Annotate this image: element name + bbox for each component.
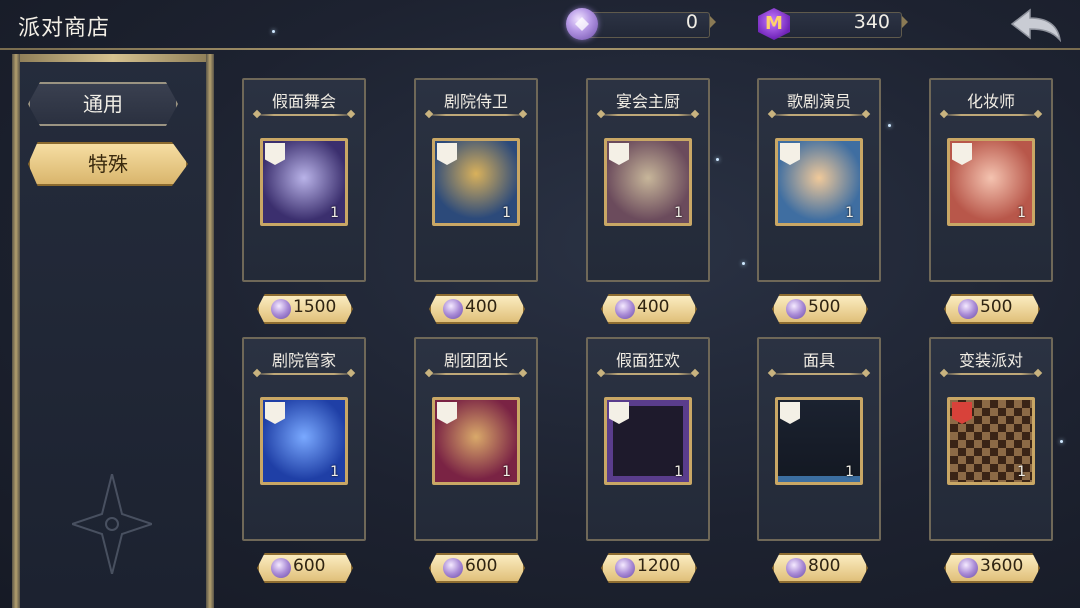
item-thumbnail[interactable]: 1 [604,397,692,485]
price-button[interactable]: 600 [429,553,525,583]
item-name: 假面舞会 [271,92,336,111]
item-quantity: 1 [330,464,339,480]
top-bar: 派对商店 0 M 340 [0,0,1080,50]
shop-item-card[interactable]: 面具 1 [757,337,881,541]
party-gem-icon [443,558,463,578]
page-title: 派对商店 [18,16,111,41]
party-currency-value: 0 [685,11,698,33]
item-quantity: 1 [674,205,683,221]
shop-item-card[interactable]: 变装派对 1 [929,337,1053,541]
item-quantity: 1 [330,205,339,221]
item-thumbnail[interactable]: 1 [947,138,1035,226]
shop-item-card[interactable]: 剧团团长 1 [414,337,538,541]
price-button[interactable]: 1500 [257,294,353,324]
star-sparkle [888,124,891,127]
item-name: 变装派对 [958,351,1023,370]
ornament-icon [72,474,152,574]
party-gem-icon [566,8,598,40]
price-button[interactable]: 800 [772,553,868,583]
item-thumbnail[interactable]: 1 [775,397,863,485]
item-quantity: 1 [1017,205,1026,221]
price-value: 600 [465,556,498,576]
star-sparkle [272,30,275,33]
item-name: 宴会主厨 [615,92,680,111]
item-quantity: 1 [845,205,854,221]
item-name: 剧院侍卫 [443,92,508,111]
party-gem-icon [615,558,635,578]
item-thumbnail[interactable]: 1 [260,397,348,485]
price-value: 1500 [293,297,337,317]
nameplate-icon [780,402,800,424]
party-currency: 0 [566,8,716,40]
item-thumbnail[interactable]: 1 [604,138,692,226]
item-thumbnail[interactable]: 1 [432,397,520,485]
item-quantity: 1 [1017,464,1026,480]
item-thumbnail[interactable]: 1 [432,138,520,226]
price-button[interactable]: 600 [257,553,353,583]
party-gem-icon [786,558,806,578]
star-sparkle [1060,440,1063,443]
m-currency-value: 340 [853,11,890,33]
star-sparkle [742,262,745,265]
shop-item-card[interactable]: 宴会主厨 1 [586,78,710,282]
price-value: 500 [808,297,841,317]
price-button[interactable]: 500 [944,294,1040,324]
helmet-icon [780,143,800,165]
helmet-icon [952,143,972,165]
party-gem-icon [615,299,635,319]
m-currency: M 340 [758,8,908,40]
item-thumbnail[interactable]: 1 [260,138,348,226]
helmet-icon [609,143,629,165]
shop-item-card[interactable]: 化妆师 1 [929,78,1053,282]
price-value: 500 [980,297,1013,317]
price-button[interactable]: 500 [772,294,868,324]
price-button[interactable]: 400 [601,294,697,324]
shop-item-card[interactable]: 剧院管家 1 [242,337,366,541]
item-name: 化妆师 [966,92,1015,111]
item-name: 剧院管家 [271,351,336,370]
item-name: 歌剧演员 [786,92,851,111]
price-value: 400 [465,297,498,317]
party-gem-icon [786,299,806,319]
price-button[interactable]: 1200 [601,553,697,583]
shop-item-card[interactable]: 歌剧演员 1 [757,78,881,282]
helmet-icon [265,402,285,424]
item-quantity: 1 [845,464,854,480]
party-gem-icon [271,558,291,578]
price-value: 600 [293,556,326,576]
star-sparkle [716,158,719,161]
header-divider [0,48,1080,50]
item-thumbnail[interactable]: 1 [775,138,863,226]
party-gem-icon [958,299,978,319]
party-gem-icon [443,299,463,319]
shop-item-card[interactable]: 假面狂欢 1 [586,337,710,541]
price-value: 3600 [980,556,1024,576]
frame-icon [609,402,629,424]
card-icon [265,143,285,165]
party-gem-icon [958,558,978,578]
price-value: 400 [637,297,670,317]
price-button[interactable]: 3600 [944,553,1040,583]
shop-item-card[interactable]: 假面舞会 1 [242,78,366,282]
tab-special[interactable]: 特殊 [28,142,188,186]
item-quantity: 1 [674,464,683,480]
party-gem-icon [271,299,291,319]
tab-general[interactable]: 通用 [28,82,178,126]
sidebar [12,54,214,608]
item-quantity: 1 [502,205,511,221]
item-name: 面具 [802,351,835,370]
item-quantity: 1 [502,464,511,480]
price-button[interactable]: 400 [429,294,525,324]
back-arrow-icon[interactable] [1010,8,1062,42]
price-value: 800 [808,556,841,576]
shop-item-card[interactable]: 剧院侍卫 1 [414,78,538,282]
board-icon [952,402,972,424]
price-value: 1200 [637,556,681,576]
item-name: 假面狂欢 [615,351,680,370]
item-thumbnail[interactable]: 1 [947,397,1035,485]
helmet-icon [437,402,457,424]
item-name: 剧团团长 [443,351,508,370]
helmet-icon [437,143,457,165]
